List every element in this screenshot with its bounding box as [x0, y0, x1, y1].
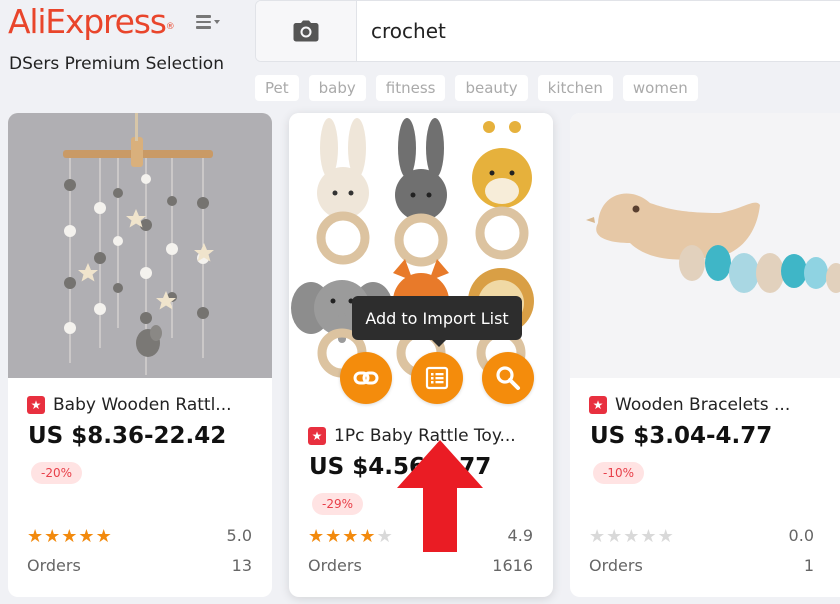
- orders-count: 13: [231, 556, 252, 575]
- star-icon: ★: [78, 526, 95, 546]
- link-icon: [353, 371, 379, 385]
- menu-button[interactable]: [190, 6, 226, 38]
- add-to-import-list-tooltip: Add to Import List: [352, 296, 522, 347]
- add-to-import-list-button[interactable]: [411, 352, 463, 404]
- tag-beauty[interactable]: beauty: [455, 75, 528, 101]
- star-icon: ★: [95, 526, 112, 546]
- orders-label: Orders: [27, 556, 81, 575]
- red-arrow-annotation: [397, 440, 483, 552]
- star-icon: ★: [376, 526, 393, 546]
- tag-baby[interactable]: baby: [308, 75, 366, 101]
- star-icon: ★: [44, 526, 61, 546]
- rating-value: 0.0: [788, 526, 814, 545]
- list-icon: [425, 366, 449, 390]
- hamburger-menu-icon: [196, 15, 211, 29]
- star-icon: ★: [325, 526, 342, 546]
- discount-badge: -10%: [593, 462, 645, 484]
- search-input[interactable]: [357, 1, 840, 61]
- star-rating: ★ ★ ★ ★ ★: [27, 527, 112, 545]
- tag-kitchen[interactable]: kitchen: [537, 75, 613, 101]
- star-icon: ★: [606, 526, 623, 546]
- star-rating: ★ ★ ★ ★ ★: [589, 527, 674, 545]
- discount-badge: -20%: [31, 462, 83, 484]
- product-title-row: ★ Wooden Bracelets ...: [589, 395, 790, 415]
- product-image[interactable]: [570, 113, 840, 378]
- product-price: US $3.04-4.77: [590, 423, 773, 449]
- orders-label: Orders: [589, 556, 643, 575]
- choice-star-icon: ★: [27, 396, 45, 414]
- choice-star-icon: ★: [308, 427, 326, 445]
- discount-badge: -29%: [312, 493, 364, 515]
- tag-women[interactable]: women: [622, 75, 698, 101]
- product-title[interactable]: Baby Wooden Rattl...: [53, 395, 232, 415]
- image-search-button[interactable]: [256, 1, 357, 61]
- magnifier-icon: [496, 366, 520, 390]
- product-image[interactable]: [8, 113, 272, 378]
- camera-icon: [293, 20, 319, 42]
- tag-list: Pet baby fitness beauty kitchen women: [255, 75, 698, 101]
- star-icon: ★: [342, 526, 359, 546]
- aliexpress-logo[interactable]: AliExpress®: [8, 2, 175, 42]
- star-icon: ★: [623, 526, 640, 546]
- page-subtitle: DSers Premium Selection: [9, 54, 224, 74]
- orders-count: 1616: [492, 556, 533, 575]
- product-card[interactable]: ★ Baby Wooden Rattl... US $8.36-22.42 -2…: [8, 113, 272, 597]
- product-card[interactable]: ★ Wooden Bracelets ... US $3.04-4.77 -10…: [570, 113, 840, 597]
- product-price: US $8.36-22.42: [28, 423, 227, 449]
- caret-down-icon: [214, 20, 220, 24]
- rating-value: 5.0: [226, 526, 252, 545]
- star-icon: ★: [657, 526, 674, 546]
- orders-count: 1: [803, 556, 814, 575]
- registered-mark: ®: [165, 22, 175, 32]
- choice-star-icon: ★: [589, 396, 607, 414]
- orders-label: Orders: [308, 556, 362, 575]
- star-icon: ★: [308, 526, 325, 546]
- rating-value: 4.9: [507, 526, 533, 545]
- search-bar: [255, 0, 840, 62]
- star-icon: ★: [589, 526, 606, 546]
- star-rating: ★ ★ ★ ★ ★: [308, 527, 393, 545]
- tag-fitness[interactable]: fitness: [375, 75, 446, 101]
- product-title-row: ★ Baby Wooden Rattl...: [27, 395, 232, 415]
- star-icon: ★: [640, 526, 657, 546]
- logo-text: AliExpress: [8, 2, 167, 41]
- search-similar-button[interactable]: [482, 352, 534, 404]
- copy-link-button[interactable]: [340, 352, 392, 404]
- star-icon: ★: [359, 526, 376, 546]
- star-icon: ★: [61, 526, 78, 546]
- tag-pet[interactable]: Pet: [255, 75, 299, 101]
- star-icon: ★: [27, 526, 44, 546]
- product-title[interactable]: Wooden Bracelets ...: [615, 395, 790, 415]
